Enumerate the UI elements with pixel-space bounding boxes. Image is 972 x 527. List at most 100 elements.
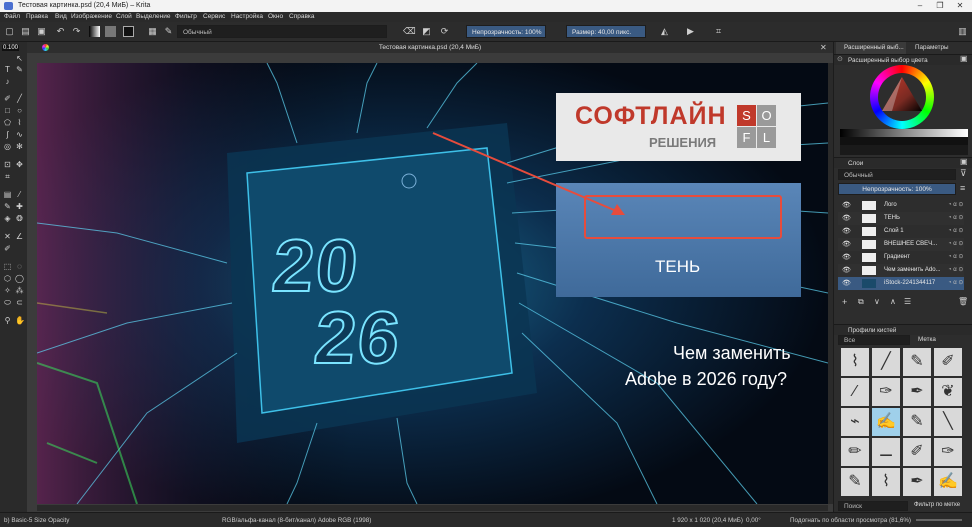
size-slider[interactable]: Размер: 40,00 пикс. <box>566 25 646 38</box>
value-slider[interactable] <box>840 129 968 137</box>
layer-properties-icon[interactable]: ☰ <box>904 297 911 306</box>
layer-row[interactable]: 👁 ТЕНЬ ◔ α ⊙ <box>838 212 964 225</box>
zoom-slider[interactable] <box>916 519 962 521</box>
edit-shapes-icon[interactable]: ✎ <box>15 65 24 74</box>
colorize-mask-icon[interactable]: ✎ <box>3 202 12 211</box>
dynamic-brush-icon[interactable]: ◎ <box>3 142 12 151</box>
close-window-button[interactable]: ✕ <box>950 0 970 12</box>
brush-preset-icon[interactable]: ⌇ <box>840 347 870 377</box>
save-icon[interactable]: ▣ <box>36 26 47 37</box>
select-shapes-icon[interactable]: ↖ <box>15 54 24 63</box>
layers-panel-close-icon[interactable]: ▣ <box>960 157 968 166</box>
color-picker-icon[interactable]: ⁄ <box>15 190 24 199</box>
magnetic-select-icon[interactable]: ⊂ <box>15 298 24 307</box>
layer-blend-select[interactable]: Обычный <box>838 169 956 180</box>
layer-flags-icon[interactable]: ◔ α ⊙ <box>948 199 963 212</box>
workspace-icon[interactable]: ▥ <box>957 26 968 37</box>
rectangle-tool-icon[interactable]: □ <box>3 106 12 115</box>
visibility-eye-icon[interactable]: 👁 <box>842 225 851 238</box>
recent-colors-strip[interactable] <box>840 145 968 155</box>
undo-icon[interactable]: ↶ <box>55 26 66 37</box>
menu-edit[interactable]: Правка <box>26 13 48 20</box>
new-document-icon[interactable]: ▢ <box>4 26 15 37</box>
layer-row[interactable]: 👁 Лого ◔ α ⊙ <box>838 199 964 212</box>
pan-tool-icon[interactable]: ✋ <box>15 316 25 325</box>
menu-settings[interactable]: Настройка <box>231 13 263 20</box>
line-tool-icon[interactable]: ╱ <box>15 94 24 103</box>
delete-layer-icon[interactable]: 🗑 <box>958 297 968 306</box>
document-tab[interactable]: Тестовая картинка.psd (20,4 МиБ) <box>27 42 833 53</box>
mirror-horizontal-icon[interactable]: ◭ <box>659 26 670 37</box>
menu-image[interactable]: Изображение <box>71 13 112 20</box>
bezier-select-icon[interactable]: ⬭ <box>3 298 12 307</box>
menu-file[interactable]: Файл <box>4 13 20 20</box>
crop-tool-icon[interactable]: ⌗ <box>3 172 12 181</box>
layer-filter-icon[interactable]: ⊽ <box>960 168 967 179</box>
gradient-tool-icon[interactable]: ▤ <box>3 190 12 199</box>
brush-search-input[interactable]: Поиск <box>838 501 908 511</box>
gradient-swatch-icon[interactable] <box>89 26 100 37</box>
freehand-brush-icon[interactable]: ✐ <box>3 94 12 103</box>
fill-tool-icon[interactable]: ◈ <box>3 214 12 223</box>
contiguous-select-icon[interactable]: ✧ <box>3 286 12 295</box>
pattern-swatch-icon[interactable] <box>105 26 116 37</box>
brush-preset-icon[interactable]: ✎ <box>840 467 870 497</box>
menu-help[interactable]: Справка <box>289 13 315 20</box>
layer-flags-icon[interactable]: ◔ α ⊙ <box>948 212 963 225</box>
layer-flags-icon[interactable]: ◔ α ⊙ <box>948 277 963 290</box>
menu-tools[interactable]: Сервис <box>203 13 225 20</box>
smart-patch-icon[interactable]: ✚ <box>15 202 24 211</box>
brush-preset-icon[interactable]: ✍ <box>933 467 963 497</box>
panel-lock-icon[interactable]: ⊙ <box>837 55 843 63</box>
brush-preset-icon[interactable]: ⚊ <box>871 437 901 467</box>
polygon-select-icon[interactable]: ⬡ <box>3 274 12 283</box>
brush-filter-by-tag-label[interactable]: Фильтр по метке <box>914 502 960 508</box>
shade-slider[interactable] <box>840 137 968 145</box>
visibility-eye-icon[interactable]: 👁 <box>842 251 851 264</box>
blend-mode-select[interactable]: Обычный <box>177 25 387 38</box>
tab-tool-options[interactable]: Параметры инстр... <box>907 42 972 63</box>
layer-flags-icon[interactable]: ◔ α ⊙ <box>948 251 963 264</box>
assistant-tool-icon[interactable]: ✕ <box>3 232 12 241</box>
visibility-eye-icon[interactable]: 👁 <box>842 238 851 251</box>
add-layer-icon[interactable]: + <box>842 297 847 307</box>
transform-tool-icon[interactable]: ⊡ <box>3 160 12 169</box>
calligraphy-icon[interactable]: ♪ <box>3 77 12 86</box>
visibility-eye-icon[interactable]: 👁 <box>842 277 851 290</box>
open-document-icon[interactable]: ▤ <box>20 26 31 37</box>
layer-flags-icon[interactable]: ◔ α ⊙ <box>948 225 963 238</box>
enclose-fill-icon[interactable]: ❂ <box>15 214 24 223</box>
brush-preset-icon[interactable]: ✐ <box>933 347 963 377</box>
eraser-mode-icon[interactable]: ⌫ <box>403 26 416 37</box>
brush-preset-icon[interactable]: ╲ <box>933 407 963 437</box>
visibility-eye-icon[interactable]: 👁 <box>842 264 851 277</box>
horizontal-scrollbar[interactable] <box>37 505 828 511</box>
brush-preset-icon[interactable]: ⁄ <box>840 377 870 407</box>
maximize-button[interactable]: ❐ <box>930 0 950 12</box>
duplicate-layer-icon[interactable]: ⧉ <box>858 297 864 307</box>
brush-preset-icon[interactable]: ✐ <box>902 437 932 467</box>
reference-tool-icon[interactable]: ✐ <box>3 244 12 253</box>
brush-preset-icon[interactable]: ✏ <box>840 437 870 467</box>
freehand-path-icon[interactable]: ∿ <box>15 130 24 139</box>
brush-preset-icon[interactable]: ❦ <box>933 377 963 407</box>
brush-preset-icon[interactable]: ✍ <box>871 407 901 437</box>
vertical-scrollbar[interactable] <box>828 63 833 504</box>
brush-preset-icon[interactable]: ✎ <box>902 347 932 377</box>
close-document-icon[interactable]: ✕ <box>820 42 830 53</box>
brush-tag-label[interactable]: Метка <box>918 336 936 343</box>
color-panel-close-icon[interactable]: ▣ <box>960 54 968 63</box>
reload-preset-icon[interactable]: ⟳ <box>439 26 450 37</box>
freehand-select-icon[interactable]: ◯ <box>15 274 24 283</box>
minimize-button[interactable]: – <box>910 0 930 12</box>
ellipse-select-icon[interactable]: ◌ <box>15 262 24 271</box>
layer-flags-icon[interactable]: ◔ α ⊙ <box>948 264 963 277</box>
visibility-eye-icon[interactable]: 👁 <box>842 212 851 225</box>
measure-tool-icon[interactable]: ∠ <box>15 232 24 241</box>
brush-preset-icon[interactable]: ⌇ <box>871 467 901 497</box>
brush-preset-icon[interactable]: ✑ <box>871 377 901 407</box>
brush-preset-icon[interactable]: ✎ <box>163 26 174 37</box>
brush-preset-icon[interactable]: ✎ <box>902 407 932 437</box>
opacity-slider[interactable]: Непрозрачность: 100% <box>466 25 546 38</box>
brush-preset-icon[interactable]: ✒ <box>902 467 932 497</box>
